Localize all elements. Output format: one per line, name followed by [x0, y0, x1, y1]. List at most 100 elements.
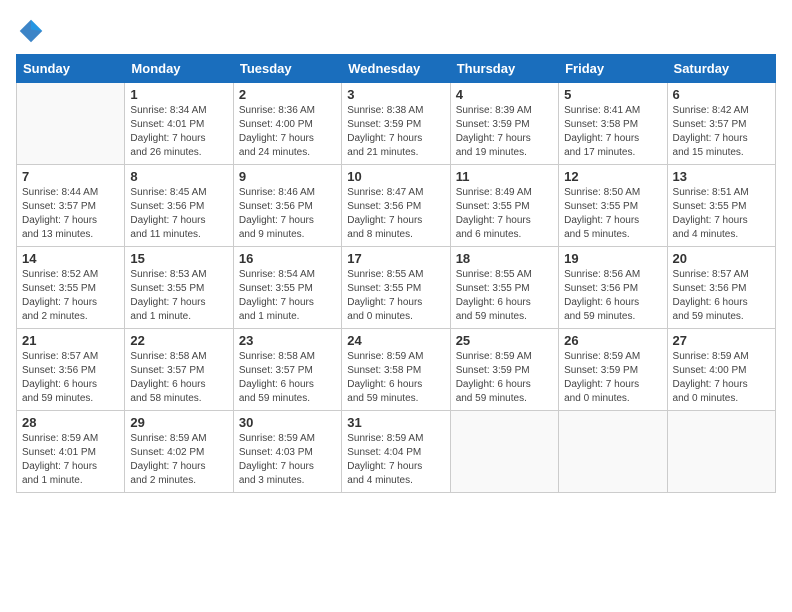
calendar-cell: 20Sunrise: 8:57 AM Sunset: 3:56 PM Dayli… [667, 247, 775, 329]
day-number: 22 [130, 333, 227, 348]
calendar-cell: 13 Sunrise: 8:51 AM Sunset: 3:55 PM Dayli… [667, 165, 775, 247]
day-number: 16 [239, 251, 336, 266]
calendar-cell: 4 Sunrise: 8:39 AM Sunset: 3:59 PM Daylig… [450, 83, 558, 165]
calendar-cell [450, 411, 558, 493]
calendar-cell: 23 Sunrise: 8:58 AM Sunset: 3:57 PM Dayli… [233, 329, 341, 411]
day-number: 9 [239, 169, 336, 184]
calendar-cell: 5 Sunrise: 8:41 AM Sunset: 3:58 PM Daylig… [559, 83, 667, 165]
day-info: Sunrise: 8:56 AM Sunset: 3:56 PM Dayligh… [564, 268, 661, 324]
day-number: 11 [456, 169, 553, 184]
calendar-week-2: 7 Sunrise: 8:44 AM Sunset: 3:57 PM Daylig… [17, 165, 776, 247]
day-number: 27 [673, 333, 770, 348]
day-header-wednesday: Wednesday [342, 55, 450, 83]
day-number: 2 [239, 87, 336, 102]
day-info: Sunrise: 8:36 AM Sunset: 4:00 PM Dayligh… [239, 104, 336, 160]
day-number: 18 [456, 251, 553, 266]
day-number: 26 [564, 333, 661, 348]
day-info: Sunrise: 8:50 AM Sunset: 3:55 PM Dayligh… [564, 186, 661, 242]
calendar-cell: 19 Sunrise: 8:56 AM Sunset: 3:56 PM Dayli… [559, 247, 667, 329]
day-number: 13 [673, 169, 770, 184]
day-info: Sunrise: 8:55 AM Sunset: 3:55 PM Dayligh… [347, 268, 444, 324]
day-info: Sunrise: 8:59 AM Sunset: 4:03 PM Dayligh… [239, 432, 336, 488]
calendar-table: SundayMondayTuesdayWednesdayThursdayFrid… [16, 54, 776, 493]
day-number: 21 [22, 333, 119, 348]
logo-icon [16, 16, 46, 46]
day-info: Sunrise: 8:59 AM Sunset: 4:02 PM Dayligh… [130, 432, 227, 488]
calendar-cell: 2 Sunrise: 8:36 AM Sunset: 4:00 PM Daylig… [233, 83, 341, 165]
day-info: Sunrise: 8:59 AM Sunset: 3:58 PM Dayligh… [347, 350, 444, 406]
day-info: Sunrise: 8:39 AM Sunset: 3:59 PM Dayligh… [456, 104, 553, 160]
day-header-saturday: Saturday [667, 55, 775, 83]
calendar-cell [17, 83, 125, 165]
calendar-cell: 6Sunrise: 8:42 AM Sunset: 3:57 PM Daylig… [667, 83, 775, 165]
calendar-cell: 27 Sunrise: 8:59 AM Sunset: 4:00 PM Dayli… [667, 329, 775, 411]
calendar-cell: 8 Sunrise: 8:45 AM Sunset: 3:56 PM Daylig… [125, 165, 233, 247]
day-number: 12 [564, 169, 661, 184]
day-header-sunday: Sunday [17, 55, 125, 83]
calendar-cell: 12 Sunrise: 8:50 AM Sunset: 3:55 PM Dayli… [559, 165, 667, 247]
day-header-tuesday: Tuesday [233, 55, 341, 83]
day-info: Sunrise: 8:59 AM Sunset: 4:00 PM Dayligh… [673, 350, 770, 406]
day-info: Sunrise: 8:58 AM Sunset: 3:57 PM Dayligh… [239, 350, 336, 406]
calendar-cell: 7 Sunrise: 8:44 AM Sunset: 3:57 PM Daylig… [17, 165, 125, 247]
day-info: Sunrise: 8:53 AM Sunset: 3:55 PM Dayligh… [130, 268, 227, 324]
day-number: 23 [239, 333, 336, 348]
day-header-monday: Monday [125, 55, 233, 83]
day-info: Sunrise: 8:52 AM Sunset: 3:55 PM Dayligh… [22, 268, 119, 324]
day-info: Sunrise: 8:58 AM Sunset: 3:57 PM Dayligh… [130, 350, 227, 406]
day-number: 25 [456, 333, 553, 348]
day-header-thursday: Thursday [450, 55, 558, 83]
calendar-cell: 15Sunrise: 8:53 AM Sunset: 3:55 PM Dayli… [125, 247, 233, 329]
day-number: 10 [347, 169, 444, 184]
calendar-cell: 22 Sunrise: 8:58 AM Sunset: 3:57 PM Dayli… [125, 329, 233, 411]
calendar-cell [667, 411, 775, 493]
calendar-cell: 25 Sunrise: 8:59 AM Sunset: 3:59 PM Dayli… [450, 329, 558, 411]
day-number: 24 [347, 333, 444, 348]
calendar-week-3: 14 Sunrise: 8:52 AM Sunset: 3:55 PM Dayli… [17, 247, 776, 329]
day-info: Sunrise: 8:38 AM Sunset: 3:59 PM Dayligh… [347, 104, 444, 160]
day-number: 29 [130, 415, 227, 430]
day-header-friday: Friday [559, 55, 667, 83]
calendar-cell: 29 Sunrise: 8:59 AM Sunset: 4:02 PM Dayli… [125, 411, 233, 493]
day-info: Sunrise: 8:59 AM Sunset: 3:59 PM Dayligh… [456, 350, 553, 406]
day-number: 4 [456, 87, 553, 102]
calendar-week-1: 1Sunrise: 8:34 AM Sunset: 4:01 PM Daylig… [17, 83, 776, 165]
day-number: 31 [347, 415, 444, 430]
day-info: Sunrise: 8:54 AM Sunset: 3:55 PM Dayligh… [239, 268, 336, 324]
calendar-week-4: 21 Sunrise: 8:57 AM Sunset: 3:56 PM Dayli… [17, 329, 776, 411]
calendar-cell: 1Sunrise: 8:34 AM Sunset: 4:01 PM Daylig… [125, 83, 233, 165]
day-number: 5 [564, 87, 661, 102]
day-info: Sunrise: 8:51 AM Sunset: 3:55 PM Dayligh… [673, 186, 770, 242]
calendar-cell: 9 Sunrise: 8:46 AM Sunset: 3:56 PM Daylig… [233, 165, 341, 247]
page-header [16, 16, 776, 46]
calendar-cell: 24 Sunrise: 8:59 AM Sunset: 3:58 PM Dayli… [342, 329, 450, 411]
calendar-header-row: SundayMondayTuesdayWednesdayThursdayFrid… [17, 55, 776, 83]
day-number: 28 [22, 415, 119, 430]
day-number: 14 [22, 251, 119, 266]
calendar-week-5: 28Sunrise: 8:59 AM Sunset: 4:01 PM Dayli… [17, 411, 776, 493]
day-info: Sunrise: 8:45 AM Sunset: 3:56 PM Dayligh… [130, 186, 227, 242]
day-number: 19 [564, 251, 661, 266]
calendar-cell: 31 Sunrise: 8:59 AM Sunset: 4:04 PM Dayli… [342, 411, 450, 493]
day-info: Sunrise: 8:55 AM Sunset: 3:55 PM Dayligh… [456, 268, 553, 324]
day-info: Sunrise: 8:57 AM Sunset: 3:56 PM Dayligh… [673, 268, 770, 324]
day-number: 7 [22, 169, 119, 184]
day-info: Sunrise: 8:59 AM Sunset: 3:59 PM Dayligh… [564, 350, 661, 406]
calendar-cell: 30 Sunrise: 8:59 AM Sunset: 4:03 PM Dayli… [233, 411, 341, 493]
calendar-cell: 28Sunrise: 8:59 AM Sunset: 4:01 PM Dayli… [17, 411, 125, 493]
calendar-cell: 17 Sunrise: 8:55 AM Sunset: 3:55 PM Dayli… [342, 247, 450, 329]
day-number: 30 [239, 415, 336, 430]
day-info: Sunrise: 8:42 AM Sunset: 3:57 PM Dayligh… [673, 104, 770, 160]
calendar-cell: 16 Sunrise: 8:54 AM Sunset: 3:55 PM Dayli… [233, 247, 341, 329]
calendar-cell: 21 Sunrise: 8:57 AM Sunset: 3:56 PM Dayli… [17, 329, 125, 411]
day-info: Sunrise: 8:57 AM Sunset: 3:56 PM Dayligh… [22, 350, 119, 406]
day-info: Sunrise: 8:59 AM Sunset: 4:04 PM Dayligh… [347, 432, 444, 488]
day-info: Sunrise: 8:34 AM Sunset: 4:01 PM Dayligh… [130, 104, 227, 160]
day-number: 3 [347, 87, 444, 102]
day-info: Sunrise: 8:47 AM Sunset: 3:56 PM Dayligh… [347, 186, 444, 242]
day-info: Sunrise: 8:46 AM Sunset: 3:56 PM Dayligh… [239, 186, 336, 242]
day-info: Sunrise: 8:44 AM Sunset: 3:57 PM Dayligh… [22, 186, 119, 242]
day-number: 8 [130, 169, 227, 184]
day-number: 17 [347, 251, 444, 266]
day-info: Sunrise: 8:41 AM Sunset: 3:58 PM Dayligh… [564, 104, 661, 160]
